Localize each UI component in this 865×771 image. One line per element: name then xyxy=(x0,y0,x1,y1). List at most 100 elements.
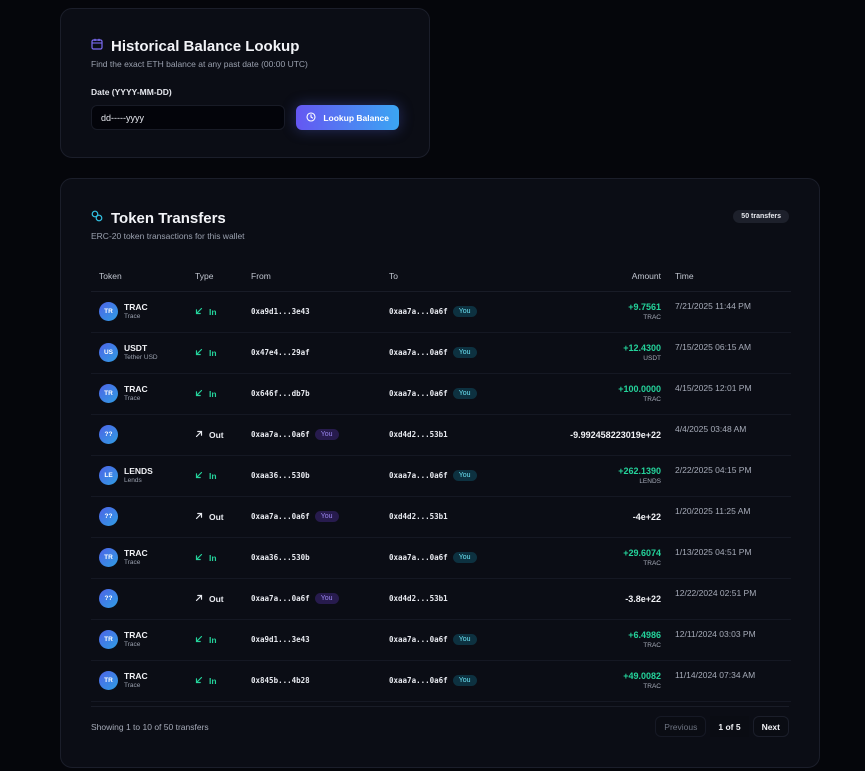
token-symbol: TRAC xyxy=(124,302,148,312)
token-symbol: USDT xyxy=(124,343,148,353)
to-cell: 0xaa7a...0a6f You xyxy=(381,619,531,661)
from-cell: 0x646f...db7b xyxy=(243,373,381,415)
table-row[interactable]: TR TRAC Trace In 0xa9d1...3e43 0xaa7a...0a6f Y… xyxy=(91,291,791,333)
you-badge: You xyxy=(452,634,477,645)
arrow-down-left-icon xyxy=(195,635,203,645)
type-cell: In xyxy=(187,660,243,702)
token-symbol: LENDS xyxy=(124,466,153,476)
clock-icon xyxy=(306,111,316,124)
col-header-type: Type xyxy=(187,261,243,292)
to-cell: 0xaa7a...0a6f You xyxy=(381,537,531,579)
amount-value: +262.1390 xyxy=(618,466,661,476)
from-address[interactable]: 0xa9d1...3e43 xyxy=(251,635,310,644)
transfers-table: Token Type From To Amount Time TR TRAC Tra… xyxy=(91,261,791,702)
amount-cell: -4e+22 xyxy=(531,496,665,538)
amount-symbol: TRAC xyxy=(643,642,661,649)
table-row[interactable]: ?? Out 0xaa7a...0a6f You 0xd4d2...53b1 -9.992… xyxy=(91,414,791,456)
table-row[interactable]: ?? Out 0xaa7a...0a6f You 0xd4d2...53b1 -3.8e+… xyxy=(91,578,791,620)
from-address[interactable]: 0x47e4...29af xyxy=(251,348,310,357)
lookup-title: Historical Balance Lookup xyxy=(111,37,300,55)
from-address[interactable]: 0xaa7a...0a6f xyxy=(251,594,310,603)
time-cell: 11/14/2024 07:34 AM xyxy=(665,660,791,702)
to-address[interactable]: 0xaa7a...0a6f xyxy=(389,553,448,562)
lookup-balance-label: Lookup Balance xyxy=(323,112,390,123)
table-row[interactable]: LE LENDS Lends In 0xaa36...530b 0xaa7a...0a6f… xyxy=(91,455,791,497)
token-symbol: TRAC xyxy=(124,384,148,394)
to-address[interactable]: 0xaa7a...0a6f xyxy=(389,635,448,644)
amount-symbol: LENDS xyxy=(639,478,661,485)
token-cell: TR TRAC Trace xyxy=(91,537,187,579)
date-input[interactable] xyxy=(91,105,286,130)
table-row[interactable]: ?? Out 0xaa7a...0a6f You 0xd4d2...53b1 -4e+22… xyxy=(91,496,791,538)
to-cell: 0xd4d2...53b1 xyxy=(381,578,531,620)
token-symbol: TRAC xyxy=(124,548,148,558)
previous-page-button[interactable]: Previous xyxy=(655,716,707,737)
transfer-type: In xyxy=(209,306,217,317)
token-name: Tether USD xyxy=(124,354,158,361)
token-avatar: TR xyxy=(99,384,118,403)
amount-cell: +262.1390 LENDS xyxy=(531,455,665,497)
transfers-title: Token Transfers xyxy=(111,209,226,227)
you-badge: You xyxy=(314,429,339,440)
table-row[interactable]: US USDT Tether USD In 0x47e4...29af 0xaa7a...… xyxy=(91,332,791,374)
showing-text: Showing 1 to 10 of 50 transfers xyxy=(91,721,209,732)
to-address[interactable]: 0xd4d2...53b1 xyxy=(389,594,448,603)
to-address[interactable]: 0xaa7a...0a6f xyxy=(389,389,448,398)
table-row[interactable]: TR TRAC Trace In 0xaa36...530b 0xaa7a...0a6f Y… xyxy=(91,537,791,579)
token-avatar: TR xyxy=(99,630,118,649)
table-row[interactable]: TR TRAC Trace In 0x646f...db7b 0xaa7a...0a6f Y… xyxy=(91,373,791,415)
to-address[interactable]: 0xaa7a...0a6f xyxy=(389,348,448,357)
amount-symbol: TRAC xyxy=(643,560,661,567)
token-avatar: LE xyxy=(99,466,118,485)
you-badge: You xyxy=(314,511,339,522)
pagination: Previous 1 of 5 Next xyxy=(655,716,789,737)
from-address[interactable]: 0xaa36...530b xyxy=(251,553,310,562)
to-address[interactable]: 0xd4d2...53b1 xyxy=(389,512,448,521)
type-cell: In xyxy=(187,537,243,579)
arrow-down-left-icon xyxy=(195,307,203,317)
calendar-icon xyxy=(91,37,103,55)
token-avatar: ?? xyxy=(99,425,118,444)
from-address[interactable]: 0xaa7a...0a6f xyxy=(251,512,310,521)
time-cell: 1/13/2025 04:51 PM xyxy=(665,537,791,579)
table-row[interactable]: TR TRAC Trace In 0x845b...4b28 0xaa7a...0a6f Y… xyxy=(91,660,791,702)
from-address[interactable]: 0xaa36...530b xyxy=(251,471,310,480)
col-header-to: To xyxy=(381,261,531,292)
table-row[interactable]: TR TRAC Trace In 0xa9d1...3e43 0xaa7a...0a6f Y… xyxy=(91,619,791,661)
from-cell: 0xaa7a...0a6f You xyxy=(243,578,381,620)
you-badge: You xyxy=(452,470,477,481)
from-address[interactable]: 0xaa7a...0a6f xyxy=(251,430,310,439)
type-cell: In xyxy=(187,332,243,374)
token-avatar: TR xyxy=(99,302,118,321)
page-indicator: 1 of 5 xyxy=(710,716,749,737)
token-cell: US USDT Tether USD xyxy=(91,332,187,374)
token-avatar: TR xyxy=(99,671,118,690)
to-address[interactable]: 0xaa7a...0a6f xyxy=(389,676,448,685)
to-cell: 0xd4d2...53b1 xyxy=(381,414,531,456)
token-name: Trace xyxy=(124,395,141,402)
to-address[interactable]: 0xd4d2...53b1 xyxy=(389,430,448,439)
amount-value: +29.6074 xyxy=(623,548,661,558)
to-cell: 0xaa7a...0a6f You xyxy=(381,332,531,374)
lookup-balance-button[interactable]: Lookup Balance xyxy=(296,105,399,130)
type-cell: In xyxy=(187,619,243,661)
from-address[interactable]: 0x646f...db7b xyxy=(251,389,310,398)
to-address[interactable]: 0xaa7a...0a6f xyxy=(389,471,448,480)
type-cell: In xyxy=(187,291,243,333)
transfer-type: In xyxy=(209,675,217,686)
token-name: Lends xyxy=(124,477,142,484)
transfers-table-body: TR TRAC Trace In 0xa9d1...3e43 0xaa7a...0a6f Y… xyxy=(91,291,791,702)
col-header-amount: Amount xyxy=(531,261,665,292)
from-address[interactable]: 0x845b...4b28 xyxy=(251,676,310,685)
amount-cell: +49.0082 TRAC xyxy=(531,660,665,702)
transfer-type: In xyxy=(209,634,217,645)
token-cell: TR TRAC Trace xyxy=(91,373,187,415)
transfer-type: Out xyxy=(209,593,224,604)
from-address[interactable]: 0xa9d1...3e43 xyxy=(251,307,310,316)
to-address[interactable]: 0xaa7a...0a6f xyxy=(389,307,448,316)
amount-cell: +9.7561 TRAC xyxy=(531,291,665,333)
you-badge: You xyxy=(452,306,477,317)
token-cell: TR TRAC Trace xyxy=(91,619,187,661)
amount-cell: +6.4986 TRAC xyxy=(531,619,665,661)
next-page-button[interactable]: Next xyxy=(752,716,789,737)
